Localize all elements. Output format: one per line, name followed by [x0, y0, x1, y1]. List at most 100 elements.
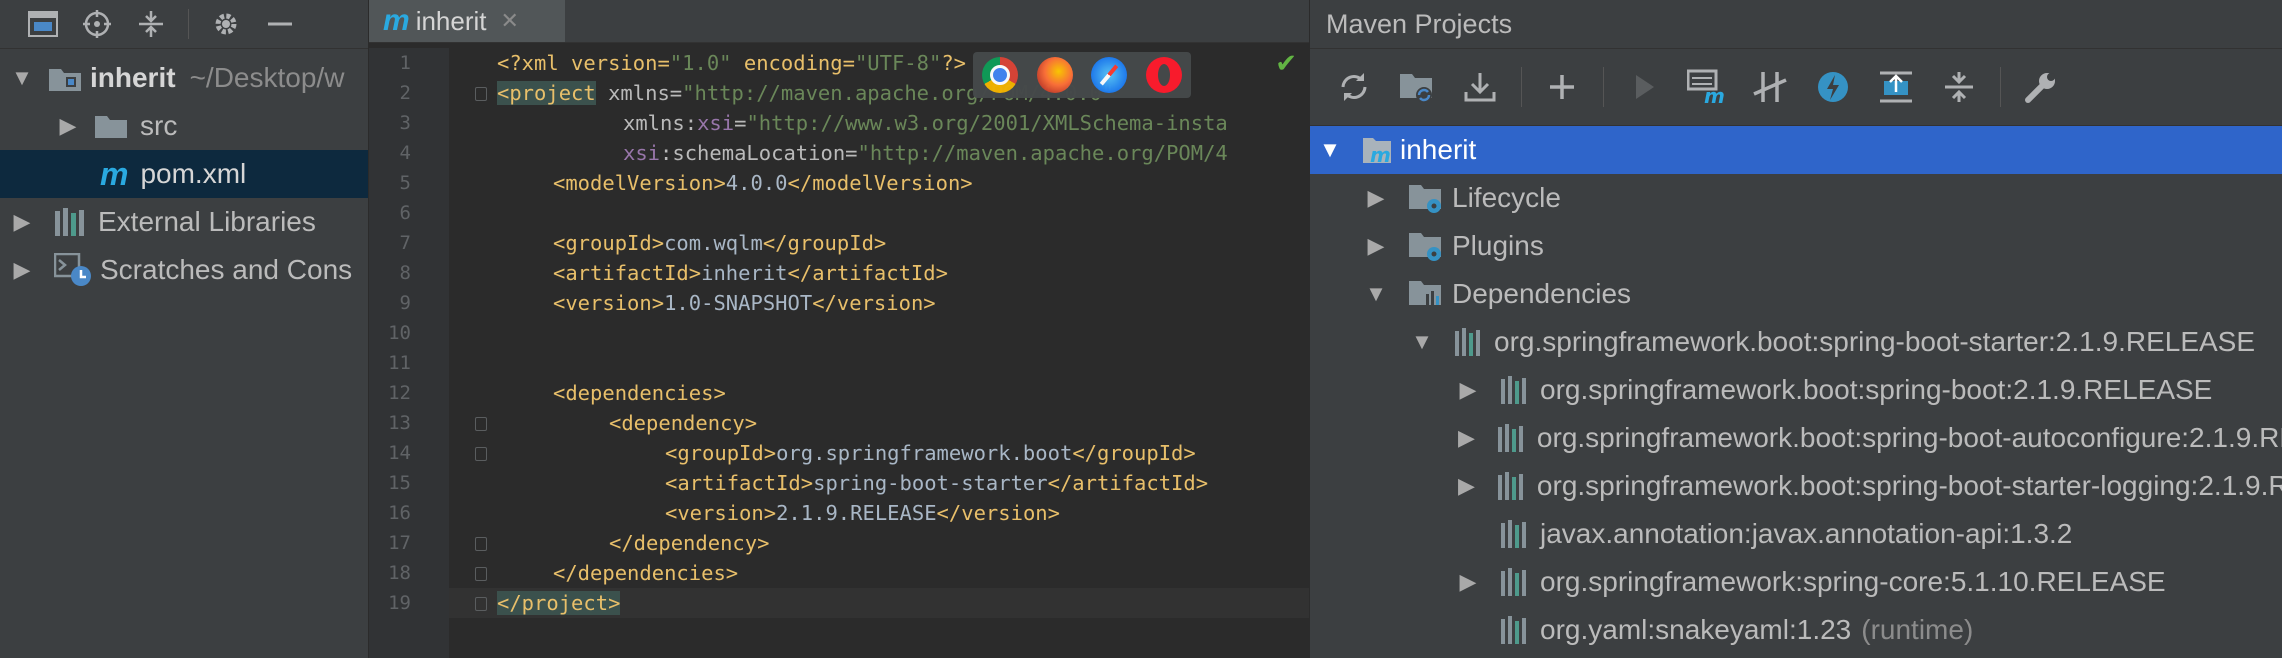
code-line: <dependencies>	[369, 378, 1309, 408]
maven-module-icon: m	[1362, 134, 1392, 166]
maven-node-dependencies[interactable]: ▼ Dependencies	[1310, 270, 2282, 318]
editor: m inherit ✕ ✔ 1 2 3 4 5 6 7 8 9 10 11 12…	[369, 0, 1309, 658]
tree-item-pom-xml[interactable]: m pom.xml	[0, 150, 368, 198]
collapse-all-icon[interactable]	[1933, 61, 1985, 113]
run-icon[interactable]	[1618, 61, 1670, 113]
code-token: "http://www.w3.org/2001/XMLSchema-insta	[746, 111, 1228, 135]
locate-file-icon[interactable]	[80, 7, 114, 41]
maven-file-icon: m	[100, 155, 129, 192]
maven-node-lifecycle[interactable]: ▶ Lifecycle	[1310, 174, 2282, 222]
gear-icon[interactable]	[209, 7, 243, 41]
expand-arrow-icon[interactable]: ▼	[1319, 137, 1341, 163]
generate-sources-icon[interactable]	[1391, 61, 1443, 113]
collapse-icon[interactable]	[134, 7, 168, 41]
code-token: 2.1.9.RELEASE	[776, 501, 937, 525]
code-token: <groupId>	[553, 231, 665, 255]
chrome-icon[interactable]	[982, 57, 1019, 93]
code-token: spring-boot-starter	[813, 471, 1048, 495]
expand-arrow-icon[interactable]: ▶	[1458, 425, 1475, 451]
maven-panel: Maven Projects m ▼ m inherit ▶ Lifecycle…	[1310, 0, 2282, 658]
editor-tab-inherit[interactable]: m inherit ✕	[369, 0, 565, 42]
show-dependencies-icon[interactable]	[1870, 61, 1922, 113]
code-token: </artifactId>	[1047, 471, 1209, 495]
dependency-row[interactable]: ▶ org.springframework.boot:spring-boot:2…	[1310, 366, 2282, 414]
maven-root-label: inherit	[1400, 134, 1477, 165]
module-folder-icon	[48, 64, 82, 92]
dependency-row[interactable]: ▶ org.springframework:spring-core:5.1.10…	[1310, 558, 2282, 606]
firefox-icon[interactable]	[1036, 57, 1073, 93]
reimport-icon[interactable]	[1328, 61, 1380, 113]
project-root-path: ~/Desktop/w	[189, 62, 345, 93]
toolbar-divider	[2000, 67, 2001, 107]
expand-arrow-icon[interactable]: ▼	[11, 65, 33, 91]
project-view-icon[interactable]	[26, 7, 60, 41]
project-root-row[interactable]: ▼ inherit ~/Desktop/w	[0, 54, 368, 102]
expand-arrow-icon[interactable]: ▶	[1366, 185, 1386, 211]
expand-arrow-icon[interactable]: ▶	[1458, 377, 1478, 403]
code-token: "1.0"	[669, 51, 732, 75]
code-token: <artifactId>	[553, 261, 702, 285]
dependency-row[interactable]: ▶ org.springframework.boot:spring-boot-s…	[1310, 462, 2282, 510]
library-icon	[1497, 471, 1529, 501]
code-token: </dependencies>	[553, 561, 739, 585]
dependency-row[interactable]: javax.annotation:javax.annotation-api:1.…	[1310, 510, 2282, 558]
code-token: <groupId>	[665, 441, 777, 465]
expand-arrow-icon[interactable]: ▶	[12, 257, 32, 283]
safari-icon[interactable]	[1091, 57, 1128, 93]
tree-item-src[interactable]: ▶ src	[0, 102, 368, 150]
expand-arrow-icon[interactable]: ▶	[12, 209, 32, 235]
line-number: 6	[399, 202, 411, 224]
code-token: <dependency>	[609, 411, 758, 435]
dependency-label: org.springframework:spring-core:5.1.10.R…	[1540, 566, 2166, 597]
tree-item-external-libraries[interactable]: ▶ External Libraries	[0, 198, 368, 246]
expand-arrow-icon[interactable]: ▼	[1411, 329, 1433, 355]
download-icon[interactable]	[1454, 61, 1506, 113]
close-icon[interactable]: ✕	[501, 8, 519, 34]
project-root-name: inherit	[90, 62, 176, 93]
skip-tests-icon[interactable]	[1807, 61, 1859, 113]
code-token: xsi	[697, 111, 735, 135]
hide-panel-icon[interactable]	[263, 7, 297, 41]
svg-text:m: m	[1370, 143, 1391, 166]
add-icon[interactable]	[1536, 61, 1588, 113]
dependency-row[interactable]: ▼ org.springframework.boot:spring-boot-s…	[1310, 318, 2282, 366]
dependency-row[interactable]: org.yaml:snakeyaml:1.23 (runtime)	[1310, 606, 2282, 654]
expand-arrow-icon[interactable]: ▶	[1458, 473, 1475, 499]
expand-arrow-icon[interactable]: ▶	[1458, 569, 1478, 595]
settings-icon[interactable]	[2015, 61, 2067, 113]
maven-node-label: Lifecycle	[1452, 182, 1561, 213]
maven-root-inherit[interactable]: ▼ m inherit	[1310, 126, 2282, 174]
line-number: 10	[388, 322, 411, 344]
code-token: <artifactId>	[665, 471, 814, 495]
code-line: <modelVersion>4.0.0</modelVersion>	[369, 168, 1309, 198]
execute-goal-icon[interactable]: m	[1681, 61, 1733, 113]
tree-item-label: src	[140, 110, 178, 141]
tab-label: inherit	[415, 5, 487, 36]
tree-item-label: External Libraries	[98, 206, 316, 237]
code-token: xsi	[623, 141, 661, 165]
code-token: <version>	[553, 291, 665, 315]
project-toolbar	[0, 0, 368, 49]
code-token: :schemaLocation=	[660, 141, 858, 165]
toggle-offline-icon[interactable]	[1744, 61, 1796, 113]
code-line: <version>2.1.9.RELEASE</version>	[369, 498, 1309, 528]
maven-node-plugins[interactable]: ▶ Plugins	[1310, 222, 2282, 270]
expand-arrow-icon[interactable]: ▶	[58, 113, 78, 139]
opera-icon[interactable]	[1145, 57, 1182, 93]
code-token: com.wqlm	[664, 231, 763, 255]
code-line: <version>1.0-SNAPSHOT</version>	[369, 288, 1309, 318]
expand-arrow-icon[interactable]: ▶	[1366, 233, 1386, 259]
dependency-row[interactable]: ▶ org.springframework.boot:spring-boot-a…	[1310, 414, 2282, 462]
expand-arrow-icon[interactable]: ▼	[1365, 281, 1387, 307]
code-area[interactable]: 1 2 3 4 5 6 7 8 9 10 11 12 13 14 15 16 1…	[369, 48, 1309, 658]
toolbar-divider	[1603, 67, 1604, 107]
tree-item-scratches[interactable]: ▶ Scratches and Cons	[0, 246, 368, 294]
open-in-browser-popup	[973, 52, 1191, 98]
code-token: inherit	[701, 261, 788, 285]
code-token: ?>	[941, 51, 967, 75]
code-line: <groupId>com.wqlm</groupId>	[369, 228, 1309, 258]
library-icon	[1497, 423, 1529, 453]
line-number: 11	[388, 352, 411, 374]
maven-node-label: Dependencies	[1452, 278, 1632, 309]
code-token: "UTF-8"	[854, 51, 942, 75]
